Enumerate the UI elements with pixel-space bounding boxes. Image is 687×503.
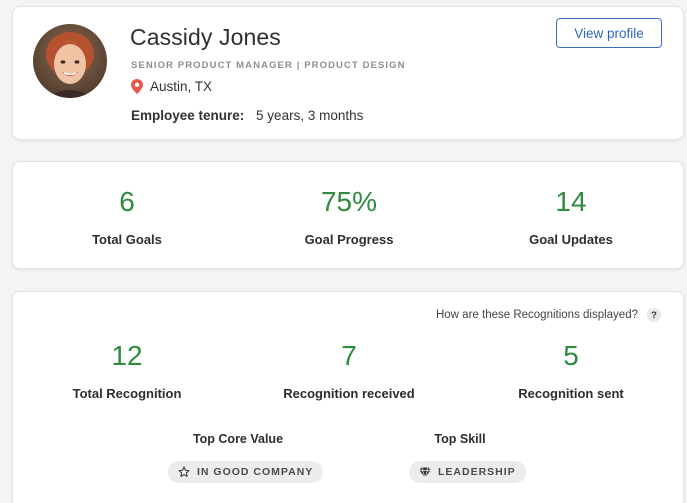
top-skill-chip: LEADERSHIP [409,461,526,483]
location-text: Austin, TX [150,79,213,94]
star-icon [178,466,190,477]
total-recognition-label: Total Recognition [72,386,182,401]
tenure-value: 5 years, 3 months [256,108,364,123]
recognitions-help-text[interactable]: How are these Recognitions displayed? [436,309,638,321]
avatar [33,24,107,98]
profile-name: Cassidy Jones [130,24,281,50]
recognition-sent-stat: 5 Recognition sent [471,340,671,401]
job-title: SENIOR PRODUCT MANAGER | PRODUCT DESIGN [131,60,406,71]
goal-progress-value: 75% [320,186,378,217]
total-goals-stat: 6 Total Goals [27,186,227,247]
total-recognition-stat: 12 Total Recognition [27,340,227,401]
goal-progress-stat: 75% Goal Progress [249,186,449,247]
top-skill-text: LEADERSHIP [438,466,516,478]
recognition-sent-label: Recognition sent [518,386,624,401]
location: Austin, TX [131,79,212,94]
goal-updates-label: Goal Updates [529,232,613,247]
total-goals-label: Total Goals [92,232,162,247]
goal-updates-value: 14 [555,186,587,217]
goal-updates-stat: 14 Goal Updates [471,186,671,247]
employee-tenure: Employee tenure: 5 years, 3 months [131,108,363,123]
top-core-value-chip: IN GOOD COMPANY [168,461,324,483]
recognition-received-value: 7 [341,340,357,371]
recognition-sent-value: 5 [563,340,579,371]
goals-card: 6 Total Goals 75% Goal Progress 14 Goal … [12,161,684,269]
view-profile-button[interactable]: View profile [556,18,662,48]
total-goals-value: 6 [119,186,135,217]
recognitions-help[interactable]: How are these Recognitions displayed? ? [436,308,661,322]
total-recognition-value: 12 [111,340,143,371]
recognition-received-label: Recognition received [283,386,415,401]
top-core-value-text: IN GOOD COMPANY [197,466,314,478]
recognition-received-stat: 7 Recognition received [249,340,449,401]
help-icon[interactable]: ? [647,308,661,322]
top-core-value-heading: Top Core Value [192,432,284,446]
diamond-icon [419,466,431,478]
tenure-label: Employee tenure: [131,108,245,123]
top-skill-heading: Top Skill [434,432,486,446]
profile-card: Cassidy Jones SENIOR PRODUCT MANAGER | P… [12,6,684,140]
recognitions-card: How are these Recognitions displayed? ? … [12,291,684,503]
goal-progress-label: Goal Progress [304,232,394,247]
location-pin-icon [131,79,143,94]
